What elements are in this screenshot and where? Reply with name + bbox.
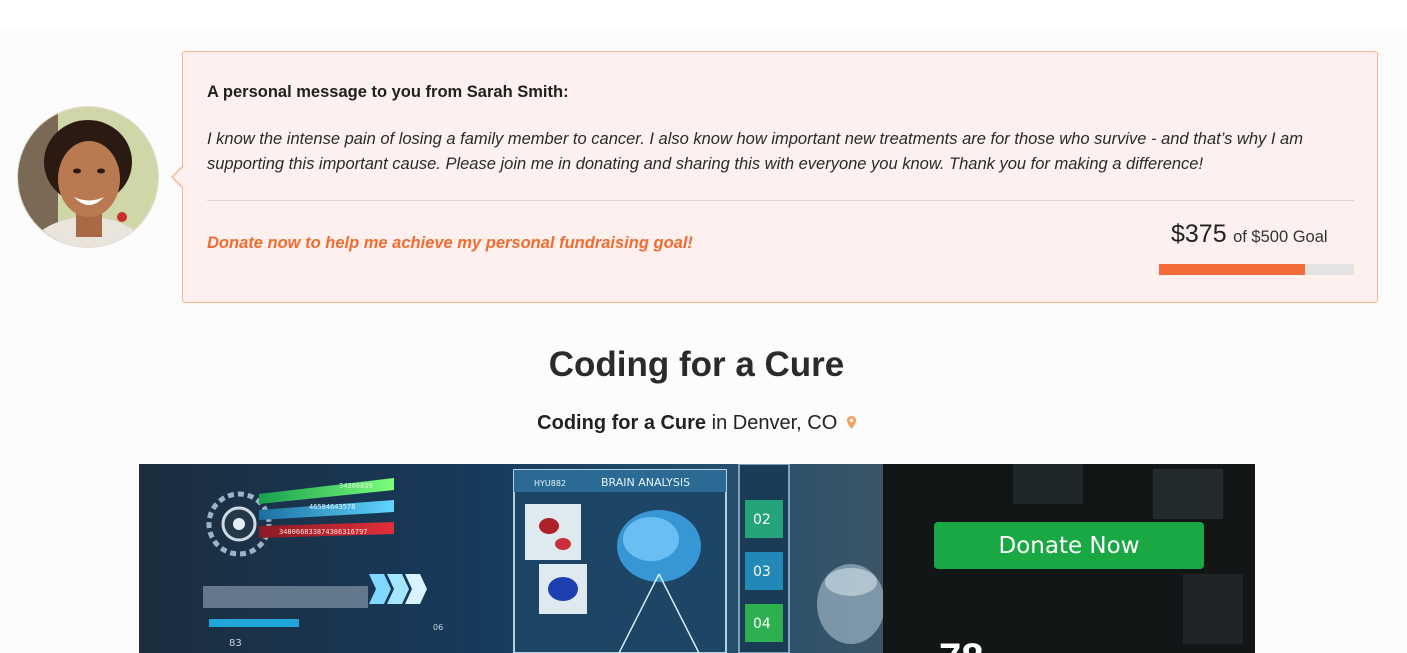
map-pin-icon xyxy=(846,412,856,435)
campaign-subtitle: Coding for a Cure in Denver, CO xyxy=(0,412,1393,435)
goal-progress-fill xyxy=(1159,264,1306,275)
goal-progress-bar xyxy=(1159,264,1354,275)
fundraising-cta: Donate now to help me achieve my persona… xyxy=(207,234,693,252)
donate-now-button[interactable]: Donate Now xyxy=(934,522,1204,569)
message-heading: A personal message to you from Sarah Smi… xyxy=(207,83,569,101)
brain-analysis-label: BRAIN ANALYSIS xyxy=(601,476,690,489)
corner-number: 83 xyxy=(229,638,242,649)
personal-message-card: A personal message to you from Sarah Smi… xyxy=(171,51,1378,303)
panel-number: 06 xyxy=(433,623,443,632)
amount-raised: $375 xyxy=(1171,220,1227,248)
message-body: I know the intense pain of losing a fami… xyxy=(207,130,1303,173)
org-link[interactable]: Coding for a Cure xyxy=(537,412,706,434)
divider xyxy=(207,200,1354,201)
page-title: Coding for a Cure xyxy=(548,345,845,384)
top-band xyxy=(0,0,1407,30)
code-label-3: 348066833874386316797 xyxy=(279,528,368,536)
fundraiser-avatar xyxy=(17,106,159,248)
step-02: 02 xyxy=(753,512,771,528)
location-text: Denver, CO xyxy=(732,412,838,434)
donate-panel: Donate Now 78 xyxy=(883,464,1255,653)
location-prefix: in xyxy=(711,412,728,434)
goal-amount: of $500 Goal xyxy=(1233,228,1328,246)
campaign-hero-image: 34906839 46584643578 3480668338743863167… xyxy=(139,464,883,653)
code-label-2: 46584643578 xyxy=(309,503,355,511)
step-03: 03 xyxy=(753,564,771,580)
donor-count: 78 xyxy=(939,636,984,653)
step-04: 04 xyxy=(753,616,771,632)
code-label-1: 34906839 xyxy=(339,482,373,490)
panel-tag: HYU882 xyxy=(534,479,566,488)
goal-summary: $375 of $500 Goal xyxy=(1171,220,1328,249)
